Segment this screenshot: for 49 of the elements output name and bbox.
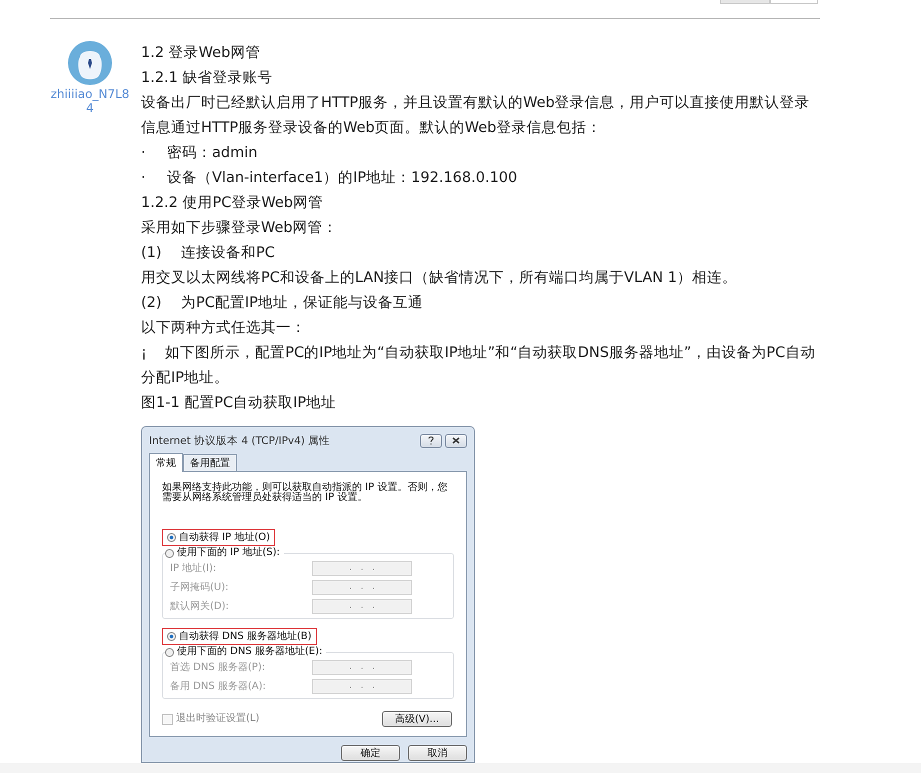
radio-button[interactable] (167, 533, 176, 542)
close-icon (452, 437, 460, 444)
author-name[interactable]: zhiiiiao_N7L84 (50, 87, 130, 115)
step-number: (1) (141, 244, 163, 263)
radio-button[interactable] (165, 648, 174, 656)
dialog-button[interactable]: 取消 (408, 745, 467, 761)
dialog-tab[interactable]: 常规 (149, 453, 183, 472)
radio-label: 自动获得 DNS 服务器地址(B) (179, 630, 312, 642)
field-label: 首选 DNS 服务器(P): (170, 662, 266, 674)
bullet-marker: · (141, 169, 147, 188)
radio-label: 自动获得 IP 地址(O) (179, 532, 270, 544)
ip-field[interactable]: . . . (312, 561, 412, 576)
list-item: ¡ 如下图所示，配置PC的IP地址为“自动获取IP地址”和“自动获取DNS服务器地址”，由设备为PC自动分配IP地址。 (141, 344, 816, 388)
dialog-button[interactable]: 确定 (341, 745, 400, 761)
ip-field[interactable]: . . . (312, 599, 412, 614)
ip-field[interactable]: . . . (312, 660, 412, 675)
checkbox-label: 退出时验证设置(L) (176, 713, 260, 725)
close-button[interactable] (445, 434, 467, 448)
paragraph: 用交叉以太网线将PC和设备上的LAN接口（缺省情况下，所有端口均属于VLAN 1）相连。 (141, 268, 738, 288)
list-item: 密码：admin (167, 144, 258, 163)
section-heading: 1.2.2 使用PC登录Web网管 (141, 194, 324, 213)
radio-label: 使用下面的 DNS 服务器地址(E): (177, 646, 322, 658)
help-button[interactable] (420, 434, 442, 448)
radio-button[interactable] (165, 548, 174, 558)
list-item: 设备（Vlan-interface1）的IP地址：192.168.0.100 (167, 169, 518, 188)
paragraph: 以下两种方式任选其一： (141, 318, 307, 338)
step-text: 连接设备和PC (181, 244, 275, 263)
radio-button[interactable] (167, 632, 176, 641)
step-text: 为PC配置IP地址，保证能与设备互通 (181, 294, 423, 313)
dialog-tab[interactable]: 备用配置 (183, 454, 237, 471)
field-label: 子网掩码(U): (170, 582, 230, 594)
field-label: 默认网关(D): (170, 600, 230, 612)
radio-label: 使用下面的 IP 地址(S): (177, 547, 280, 559)
question-mark-icon (428, 436, 434, 445)
bullet-marker: · (141, 144, 147, 163)
figure-caption: 图1-1 配置PC自动获取IP地址 (141, 394, 338, 413)
ip-field[interactable]: . . . (312, 580, 412, 595)
paragraph: 采用如下步骤登录Web网管： (141, 219, 339, 238)
step-number: (2) (141, 294, 163, 313)
dialog-title: Internet 协议版本 4 (TCP/IPv4) 属性 (149, 434, 332, 446)
section-heading: 1.2.1 缺省登录账号 (141, 69, 274, 88)
advanced-button[interactable]: 高级(V)... (382, 711, 452, 727)
paragraph: 设备出厂时已经默认启用了HTTP服务，并且设置有默认的Web登录信息，用户可以直接使用默认登录信息通过HTTP服务登录设备的Web页面。默认的Web登录信息包括： (141, 94, 811, 138)
ip-field[interactable]: . . . (312, 679, 412, 694)
avatar-icon (68, 41, 112, 85)
field-label: 备用 DNS 服务器(A): (170, 680, 267, 692)
description-text: 如果网络支持此功能，则可以获取自动指派的 IP 设置。否则，您需要从网络系统管理员处获得适当的 IP 设置。 (162, 483, 448, 503)
section-heading: 1.2 登录Web网管 (141, 44, 262, 63)
field-label: IP 地址(I): (170, 562, 218, 574)
